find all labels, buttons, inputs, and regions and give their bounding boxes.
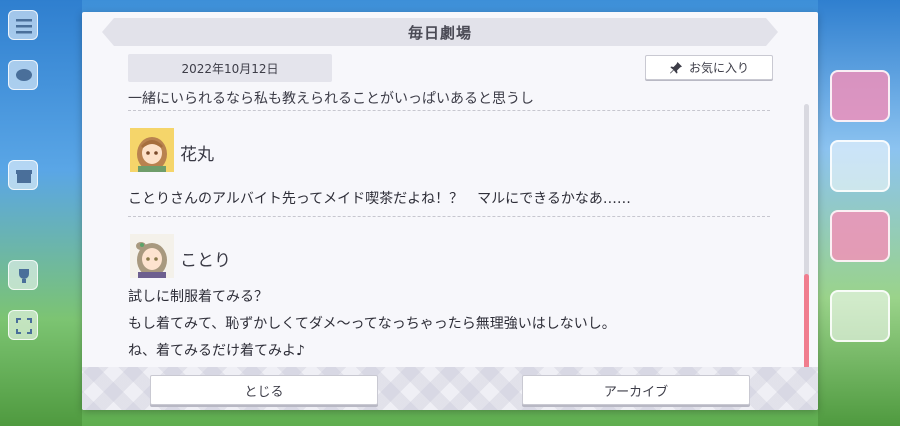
- kotori-avatar: [130, 234, 174, 278]
- dialogue-scroll-area[interactable]: 一緒にいられるなら私も教えられることがいっぱいあると思うし 花丸 ことりさんのア…: [128, 84, 770, 356]
- close-button[interactable]: とじる: [150, 375, 378, 405]
- background-tile: [830, 140, 890, 192]
- gift-icon[interactable]: [8, 160, 38, 190]
- speaker-name: 花丸: [180, 145, 214, 165]
- scrollbar-thumb[interactable]: [804, 274, 809, 376]
- pin-icon: [669, 61, 682, 73]
- title-bar: 毎日劇場: [102, 18, 778, 46]
- dialogue-line: ね、着てみるだけ着てみよ♪: [128, 343, 305, 356]
- menu-icon[interactable]: [8, 10, 38, 40]
- divider: [128, 216, 770, 217]
- trophy-icon[interactable]: [8, 260, 38, 290]
- daily-theater-dialog: 毎日劇場 2022年10月12日 お気に入り 一緒にいられるなら私も教えられるこ…: [82, 12, 818, 410]
- background-tile: [830, 210, 890, 262]
- dialogue-line: もし着てみて、恥ずかしくてダメ～ってなっちゃったら無理強いはしないし。: [128, 316, 616, 332]
- archive-button[interactable]: アーカイブ: [522, 375, 750, 405]
- hanamaru-avatar: [130, 128, 174, 172]
- date-label: 2022年10月12日: [128, 54, 332, 82]
- background-tile: [830, 290, 890, 342]
- expand-icon[interactable]: [8, 310, 38, 340]
- dialogue-line: 試しに制服着てみる？: [128, 289, 268, 305]
- favorite-label: お気に入り: [688, 61, 749, 75]
- favorite-button[interactable]: お気に入り: [645, 55, 773, 80]
- dialog-title: 毎日劇場: [407, 23, 472, 42]
- chat-icon[interactable]: [8, 60, 38, 90]
- dialogue-line: ことりさんのアルバイト先ってメイド喫茶だよね！？ マルにできるかなあ……: [128, 191, 631, 207]
- truncated-previous-line: 一緒にいられるなら私も教えられることがいっぱいあると思うし: [128, 91, 534, 107]
- background-tile: [830, 70, 890, 122]
- speaker-name: ことり: [180, 251, 231, 271]
- divider: [128, 110, 770, 111]
